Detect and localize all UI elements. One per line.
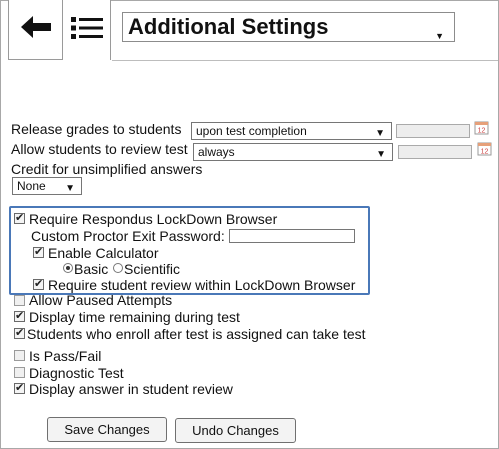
basic-radio[interactable] <box>63 263 73 273</box>
allow-review-select[interactable]: always ▼ <box>193 143 393 161</box>
chevron-down-icon: ▼ <box>376 149 386 160</box>
release-grades-select[interactable]: upon test completion ▼ <box>191 122 392 140</box>
late-enroll-checkbox[interactable]: ✔ <box>14 328 25 339</box>
display-answer-label: Display answer in student review <box>29 381 233 397</box>
lockdown-review-checkbox[interactable]: ✔ <box>33 279 44 290</box>
paused-attempts-checkbox[interactable] <box>14 295 25 306</box>
calculator-checkbox[interactable]: ✔ <box>33 247 44 258</box>
chevron-down-icon: ▼ <box>65 183 75 194</box>
arrow-left-icon <box>19 14 53 45</box>
undo-changes-button[interactable]: Undo Changes <box>175 418 296 443</box>
lockdown-label: Require Respondus LockDown Browser <box>29 211 278 227</box>
paused-attempts-label: Allow Paused Attempts <box>29 292 173 308</box>
review-date-input[interactable] <box>398 145 472 159</box>
diagnostic-checkbox[interactable] <box>14 367 25 378</box>
late-enroll-label: Students who enroll after test is assign… <box>27 326 366 342</box>
lockdown-checkbox[interactable]: ✔ <box>14 213 25 224</box>
calendar-icon[interactable]: 12 <box>477 141 492 156</box>
menu-button[interactable] <box>62 0 111 60</box>
allow-review-value: always <box>198 145 235 159</box>
settings-section-select[interactable]: Additional Settings ▼ <box>122 12 455 42</box>
diagnostic-label: Diagnostic Test <box>29 365 124 381</box>
release-grades-value: upon test completion <box>196 124 307 138</box>
pass-fail-checkbox[interactable] <box>14 350 25 361</box>
chevron-down-icon: ▼ <box>375 128 385 139</box>
page-title: Additional Settings <box>128 14 329 39</box>
svg-text:12: 12 <box>481 149 489 156</box>
basic-label: Basic <box>74 261 109 277</box>
header-divider <box>112 60 498 61</box>
lockdown-review-label: Require student review within LockDown B… <box>48 277 356 293</box>
proctor-password-label: Custom Proctor Exit Password: <box>31 228 225 244</box>
svg-text:12: 12 <box>478 128 486 135</box>
credit-value: None <box>17 179 46 193</box>
save-changes-button[interactable]: Save Changes <box>47 417 167 442</box>
list-icon <box>70 15 104 46</box>
release-grades-label: Release grades to students <box>11 121 182 137</box>
display-answer-checkbox[interactable]: ✔ <box>14 383 25 394</box>
release-date-input[interactable] <box>396 124 470 138</box>
credit-label: Credit for unsimplified answers <box>11 161 203 177</box>
proctor-password-input[interactable] <box>229 229 355 243</box>
calculator-label: Enable Calculator <box>48 245 159 261</box>
credit-select[interactable]: None ▼ <box>12 177 82 195</box>
chevron-down-icon: ▼ <box>435 31 444 41</box>
pass-fail-label: Is Pass/Fail <box>29 348 102 364</box>
scientific-label: Scientific <box>124 261 181 277</box>
display-time-checkbox[interactable]: ✔ <box>14 311 25 322</box>
calendar-icon[interactable]: 12 <box>474 120 489 135</box>
display-time-label: Display time remaining during test <box>29 309 240 325</box>
scientific-radio[interactable] <box>113 263 123 273</box>
back-button[interactable] <box>8 0 62 60</box>
allow-review-label: Allow students to review test <box>11 141 188 157</box>
